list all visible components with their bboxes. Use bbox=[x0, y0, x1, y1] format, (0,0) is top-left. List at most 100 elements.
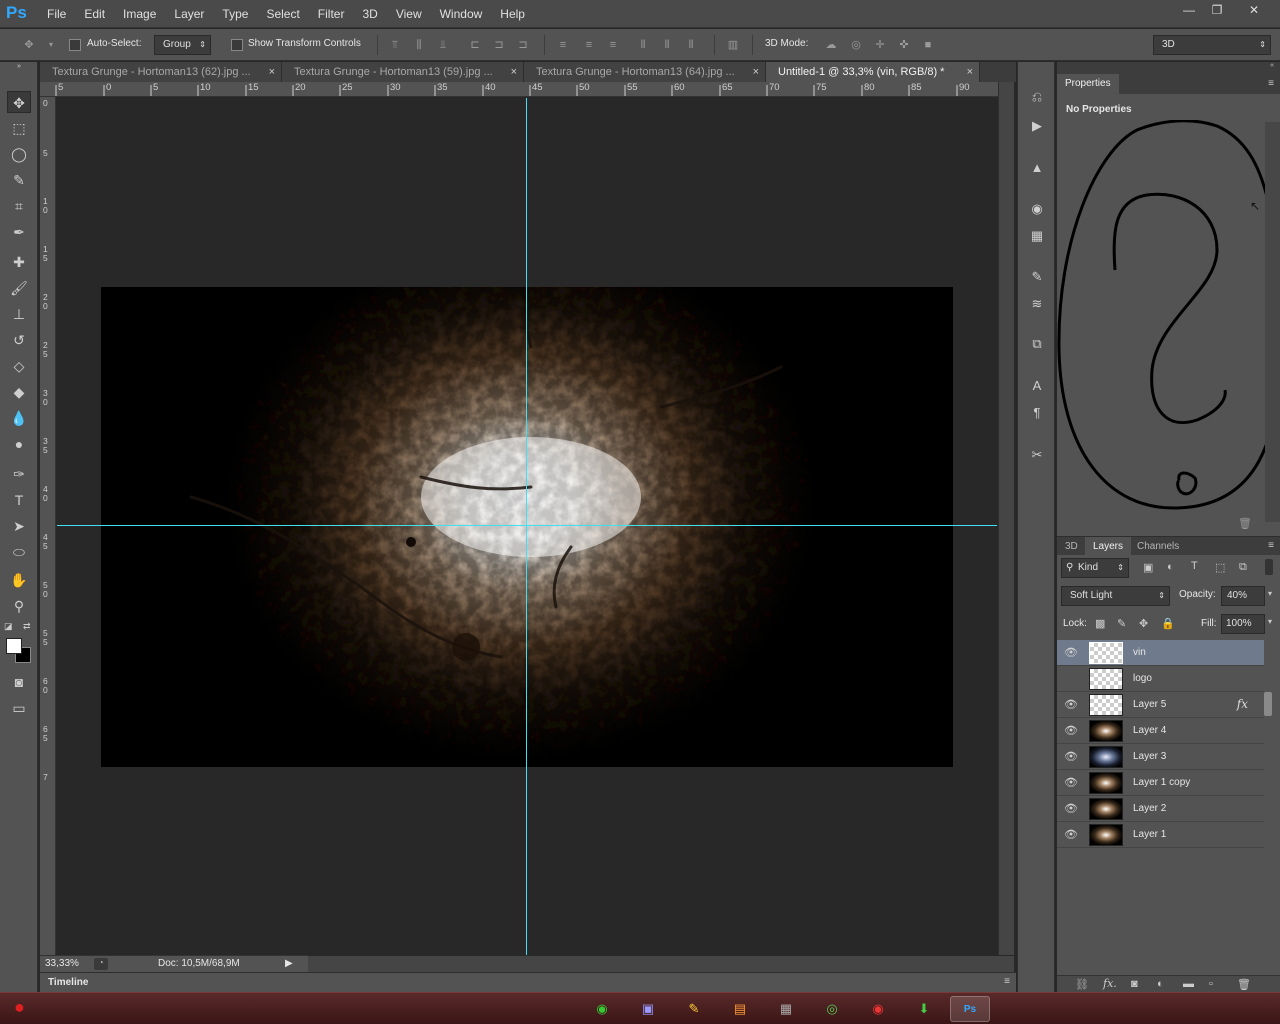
path-select-tool-icon[interactable]: ➤ bbox=[7, 515, 31, 537]
swap-colors-icon[interactable]: ⇄ bbox=[23, 621, 31, 632]
dodge-tool-icon[interactable]: ● bbox=[7, 433, 31, 455]
layer-row-layer-1-copy[interactable]: 👁 Layer 1 copy bbox=[1057, 770, 1264, 796]
character-panel-icon[interactable]: A bbox=[1028, 377, 1046, 395]
screen-mode-icon[interactable]: ▭ bbox=[7, 697, 31, 719]
align-right-icon[interactable]: ⊐ bbox=[516, 38, 530, 52]
eraser-tool-icon[interactable]: ◇ bbox=[7, 355, 31, 377]
filter-shape-icon[interactable]: ⬚ bbox=[1215, 561, 1225, 574]
start-apple-icon[interactable]: ● bbox=[14, 997, 25, 1018]
visibility-eye-icon[interactable]: 👁 bbox=[1063, 698, 1079, 712]
layer-row-layer-1[interactable]: 👁 Layer 1 bbox=[1057, 822, 1264, 848]
visibility-eye-icon[interactable]: 👁 bbox=[1063, 776, 1079, 790]
align-vcenter-icon[interactable]: ⫼ bbox=[412, 38, 426, 52]
brush-tool-icon[interactable]: 🖌 bbox=[7, 277, 31, 299]
filter-smart-object-icon[interactable]: ⧉ bbox=[1239, 561, 1247, 574]
status-info-icon[interactable]: ◔ bbox=[94, 958, 108, 970]
new-adjustment-layer-icon[interactable]: ◐ bbox=[1157, 978, 1164, 990]
tab-document-64[interactable]: Textura Grunge - Hortoman13 (64).jpg ...… bbox=[524, 62, 766, 82]
marquee-tool-icon[interactable]: ⬚ bbox=[7, 117, 31, 139]
auto-select-checkbox[interactable] bbox=[69, 39, 81, 51]
workspace-dropdown[interactable]: 3D ⇕ bbox=[1153, 35, 1271, 55]
opacity-slider-arrow-icon[interactable]: ▾ bbox=[1268, 589, 1272, 598]
tab-layers[interactable]: Layers bbox=[1085, 537, 1132, 557]
zoom-level[interactable]: 33,33% bbox=[45, 958, 79, 969]
distribute-top-icon[interactable]: ≡ bbox=[556, 38, 570, 52]
align-left-icon[interactable]: ⊏ bbox=[468, 38, 482, 52]
menu-type[interactable]: Type bbox=[213, 0, 257, 28]
history-brush-tool-icon[interactable]: ↺ bbox=[7, 329, 31, 351]
distribute-hcenter-icon[interactable]: ⦀ bbox=[660, 38, 674, 52]
quick-select-tool-icon[interactable]: ✎ bbox=[7, 169, 31, 191]
layer-row-layer-4[interactable]: 👁 Layer 4 bbox=[1057, 718, 1264, 744]
auto-align-icon[interactable]: ▥ bbox=[726, 38, 740, 52]
pan-3d-icon[interactable]: ✛ bbox=[873, 38, 887, 52]
menu-3d[interactable]: 3D bbox=[353, 0, 386, 28]
color-panel-icon[interactable]: ◉ bbox=[1028, 200, 1046, 218]
fill-slider-arrow-icon[interactable]: ▾ bbox=[1268, 617, 1272, 626]
link-layers-icon[interactable]: ⛓ bbox=[1075, 978, 1089, 991]
healing-brush-tool-icon[interactable]: ✚ bbox=[7, 251, 31, 273]
tab-document-62[interactable]: Textura Grunge - Hortoman13 (62).jpg ...… bbox=[40, 62, 282, 82]
close-tab-icon[interactable]: × bbox=[967, 62, 973, 82]
layers-scroll-thumb[interactable] bbox=[1264, 692, 1272, 716]
horizontal-scrollbar[interactable] bbox=[308, 956, 1014, 972]
clone-source-icon[interactable]: ⧉ bbox=[1028, 335, 1046, 353]
paint-bucket-tool-icon[interactable]: ◆ bbox=[7, 381, 31, 403]
move-tool-preset-icon[interactable]: ✥ bbox=[22, 38, 36, 52]
close-tab-icon[interactable]: × bbox=[511, 62, 517, 82]
menu-window[interactable]: Window bbox=[431, 0, 492, 28]
vertical-guide[interactable] bbox=[526, 98, 527, 955]
distribute-bottom-icon[interactable]: ≡ bbox=[606, 38, 620, 52]
taskbar-app-5-icon[interactable]: ▦ bbox=[766, 996, 806, 1022]
actions-panel-icon[interactable]: ▶ bbox=[1028, 117, 1046, 135]
scale-3d-icon[interactable]: ■ bbox=[921, 38, 935, 52]
panel-menu-icon[interactable]: ≡ bbox=[1268, 78, 1274, 89]
ruler-vertical[interactable]: 0 5 1 0 1 5 2 0 2 5 3 0 3 5 4 0 4 5 5 0 … bbox=[40, 97, 56, 955]
menu-image[interactable]: Image bbox=[114, 0, 165, 28]
panel-menu-icon[interactable]: ≡ bbox=[1268, 540, 1274, 551]
histogram-panel-icon[interactable]: ▲ bbox=[1028, 159, 1046, 177]
menu-layer[interactable]: Layer bbox=[165, 0, 213, 28]
tab-document-59[interactable]: Textura Grunge - Hortoman13 (59).jpg ...… bbox=[282, 62, 524, 82]
collapse-icon[interactable]: « bbox=[1270, 62, 1274, 69]
layer-row-logo[interactable]: 👁 logo bbox=[1057, 666, 1264, 692]
move-tool-icon[interactable]: ✥ bbox=[7, 91, 31, 113]
foreground-color-swatch[interactable] bbox=[6, 638, 22, 654]
visibility-eye-icon[interactable]: 👁 bbox=[1063, 828, 1079, 842]
timeline-panel[interactable]: Timeline ≡ bbox=[40, 972, 1016, 992]
tab-channels[interactable]: Channels bbox=[1129, 537, 1187, 557]
hand-tool-icon[interactable]: ✋ bbox=[7, 569, 31, 591]
menu-help[interactable]: Help bbox=[491, 0, 534, 28]
show-transform-checkbox[interactable] bbox=[231, 39, 243, 51]
preset-dropdown-icon[interactable]: ▾ bbox=[44, 38, 58, 52]
timeline-tab[interactable]: Timeline bbox=[48, 977, 88, 988]
restore-button[interactable]: ❐ bbox=[1202, 0, 1232, 20]
status-menu-arrow-icon[interactable]: ▶ bbox=[285, 958, 293, 969]
filter-adjustment-icon[interactable]: ◐ bbox=[1167, 561, 1174, 573]
add-mask-icon[interactable]: ◙ bbox=[1131, 978, 1138, 990]
tool-presets-icon[interactable]: ✂ bbox=[1028, 446, 1046, 464]
new-group-icon[interactable]: ▬ bbox=[1183, 978, 1194, 990]
collapse-panel-icon[interactable]: » bbox=[7, 63, 31, 71]
roll-3d-icon[interactable]: ◎ bbox=[849, 38, 863, 52]
auto-select-dropdown[interactable]: Group ⇕ bbox=[154, 35, 211, 55]
ellipse-tool-icon[interactable]: ⬭ bbox=[7, 541, 31, 563]
filter-type-icon[interactable]: T bbox=[1191, 560, 1198, 572]
brush-panel-icon[interactable]: ✎ bbox=[1028, 268, 1046, 286]
distribute-left-icon[interactable]: ⦀ bbox=[636, 38, 650, 52]
taskbar-chrome-icon[interactable]: ◎ bbox=[812, 996, 852, 1022]
lasso-tool-icon[interactable]: ◯ bbox=[7, 143, 31, 165]
visibility-eye-icon[interactable]: 👁 bbox=[1063, 750, 1079, 764]
close-tab-icon[interactable]: × bbox=[753, 62, 759, 82]
taskbar-download-icon[interactable]: ⬇ bbox=[904, 996, 944, 1022]
pen-tool-icon[interactable]: ✑ bbox=[7, 463, 31, 485]
minimize-button[interactable]: — bbox=[1174, 0, 1204, 20]
taskbar-app-1-icon[interactable]: ◉ bbox=[582, 996, 622, 1022]
lock-transparent-icon[interactable]: ▩ bbox=[1095, 617, 1105, 630]
taskbar-photoshop-icon[interactable]: Ps bbox=[950, 996, 990, 1022]
zoom-tool-icon[interactable]: ⚲ bbox=[7, 595, 31, 617]
distribute-right-icon[interactable]: ⦀ bbox=[684, 38, 698, 52]
menu-file[interactable]: File bbox=[38, 0, 75, 28]
visibility-eye-icon[interactable]: 👁 bbox=[1063, 724, 1079, 738]
taskbar-notes-icon[interactable]: ✎ bbox=[674, 996, 714, 1022]
